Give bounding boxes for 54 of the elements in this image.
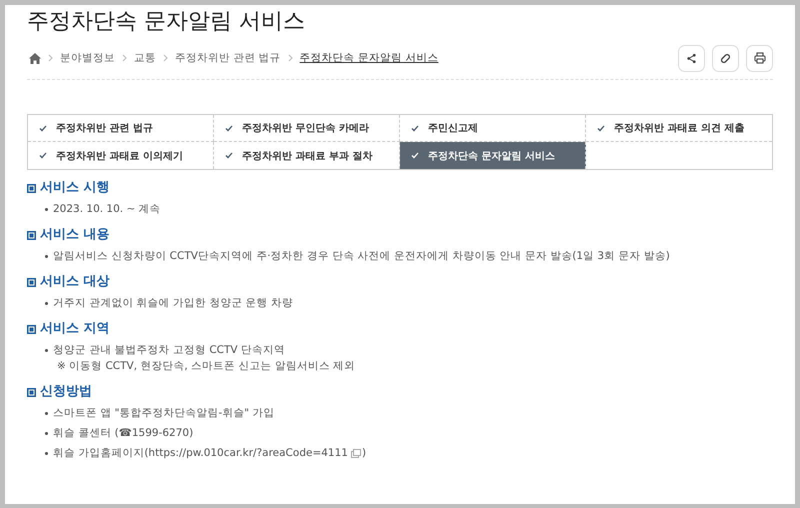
check-icon	[225, 152, 233, 159]
menu-tab[interactable]: 주정차위반 과태료 의견 제출	[586, 115, 772, 142]
bullet-icon	[45, 302, 48, 304]
section-heading: 서비스 대상	[40, 273, 110, 291]
bullet-icon	[45, 254, 48, 258]
note-text: ※ 이동형 CCTV, 현장단속, 스마트폰 신고는 알림서비스 제외	[57, 359, 356, 374]
share-icon	[686, 52, 697, 64]
breadcrumb-link[interactable]: 주정차위반 관련 법규	[175, 51, 281, 65]
bullet-icon	[45, 452, 48, 454]
list-text: 청양군 관내 불법주정차 고정형 CCTV 단속지역	[53, 343, 285, 358]
share-button[interactable]	[678, 44, 705, 72]
chevron-icon	[288, 54, 293, 62]
chevron-icon	[48, 54, 53, 62]
list-text: 거주지 관계없이 휘슬에 가입한 청양군 운행 차량	[53, 296, 294, 311]
square-bullet-icon	[27, 230, 36, 240]
menu-tab[interactable]: 주정차위반 과태료 이의제기	[28, 142, 214, 169]
bullet-icon	[45, 432, 48, 434]
homepage-link[interactable]: 휘슬 가입홈페이지(https://pw.010car.kr/?areaCode=4111	[53, 445, 348, 461]
breadcrumb-link[interactable]: 교통	[134, 51, 156, 65]
section-heading: 서비스 내용	[40, 226, 110, 244]
list-text: 휘슬 콜센터 (☎1599-6270)	[53, 426, 194, 441]
check-icon	[225, 124, 233, 132]
list-text: 스마트폰 앱 "통합주정차단속알림-휘슬" 가입	[53, 406, 274, 421]
bullet-icon	[45, 348, 48, 352]
menu-tab[interactable]: 주정차위반 무인단속 카메라	[214, 115, 400, 142]
page-title: 주정차단속 문자알림 서비스	[27, 8, 306, 36]
check-icon	[39, 152, 47, 159]
link-icon	[720, 52, 731, 64]
list-text: 2023. 10. 10. ~ 계속	[53, 202, 161, 217]
print-icon	[754, 52, 766, 64]
section-heading: 서비스 지역	[40, 320, 110, 338]
print-button[interactable]	[746, 44, 773, 72]
section-heading: 서비스 시행	[40, 179, 110, 197]
home-icon[interactable]	[29, 52, 41, 64]
bullet-icon	[45, 412, 48, 414]
breadcrumb-link[interactable]: 주정차단속 문자알림 서비스	[300, 51, 438, 65]
check-icon	[411, 124, 419, 132]
list-text: )	[362, 446, 366, 461]
square-bullet-icon	[27, 278, 36, 286]
square-bullet-icon	[27, 184, 36, 192]
chevron-icon	[122, 54, 127, 62]
check-icon	[39, 124, 47, 132]
square-bullet-icon	[27, 388, 36, 396]
menu-tab[interactable]: 주정차위반 관련 법규	[28, 115, 214, 142]
bullet-icon	[45, 208, 48, 210]
section-heading: 신청방법	[40, 383, 92, 401]
breadcrumb-link[interactable]: 분야별정보	[60, 51, 115, 65]
check-icon	[411, 152, 419, 159]
list-text: 알림서비스 신청차량이 CCTV단속지역에 주·정차한 경우 단속 사전에 운전자에게 차량이동 안내 문자 발송(1일 3회 문자 발송)	[53, 249, 670, 264]
chevron-icon	[163, 54, 168, 62]
check-icon	[597, 124, 605, 132]
square-bullet-icon	[27, 324, 36, 334]
link-button[interactable]	[712, 44, 739, 72]
menu-tab[interactable]: 주정차단속 문자알림 서비스	[400, 142, 586, 169]
